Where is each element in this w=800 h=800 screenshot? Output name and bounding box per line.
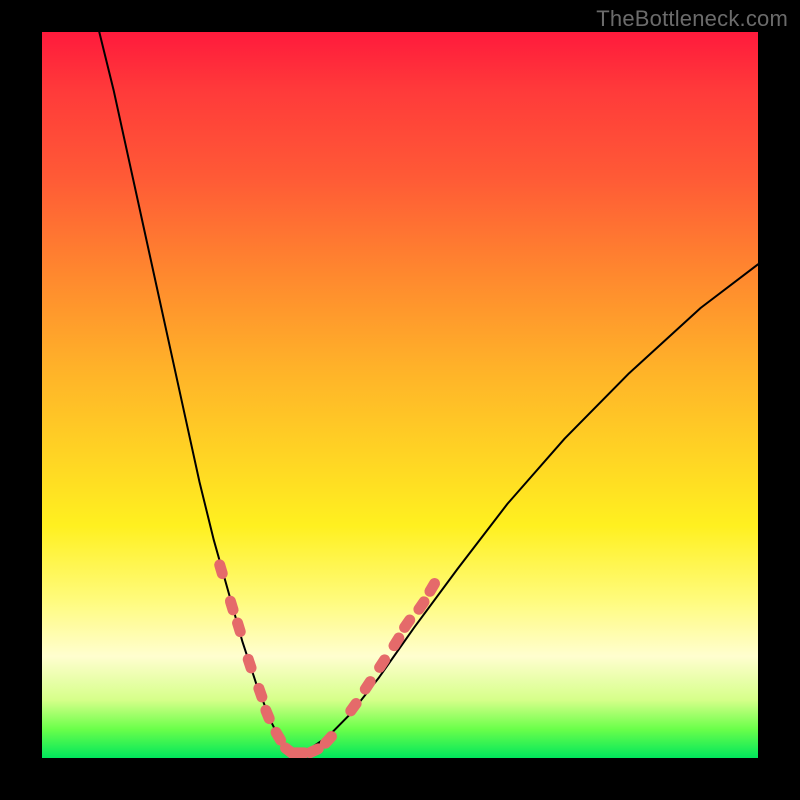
marker bbox=[358, 674, 378, 697]
marker bbox=[252, 681, 269, 704]
marker bbox=[241, 652, 258, 674]
plot-area bbox=[42, 32, 758, 758]
watermark-label: TheBottleneck.com bbox=[596, 6, 788, 32]
marker bbox=[231, 616, 247, 638]
marker bbox=[397, 612, 417, 635]
marker bbox=[213, 558, 229, 580]
curve-left-branch bbox=[99, 32, 292, 754]
chart-svg bbox=[42, 32, 758, 758]
marker bbox=[259, 703, 277, 726]
bottleneck-curve bbox=[99, 32, 758, 754]
marker bbox=[224, 594, 240, 616]
curve-right-branch bbox=[293, 264, 758, 754]
scatter-markers bbox=[213, 558, 442, 758]
chart-frame: TheBottleneck.com bbox=[0, 0, 800, 800]
marker bbox=[411, 594, 431, 617]
